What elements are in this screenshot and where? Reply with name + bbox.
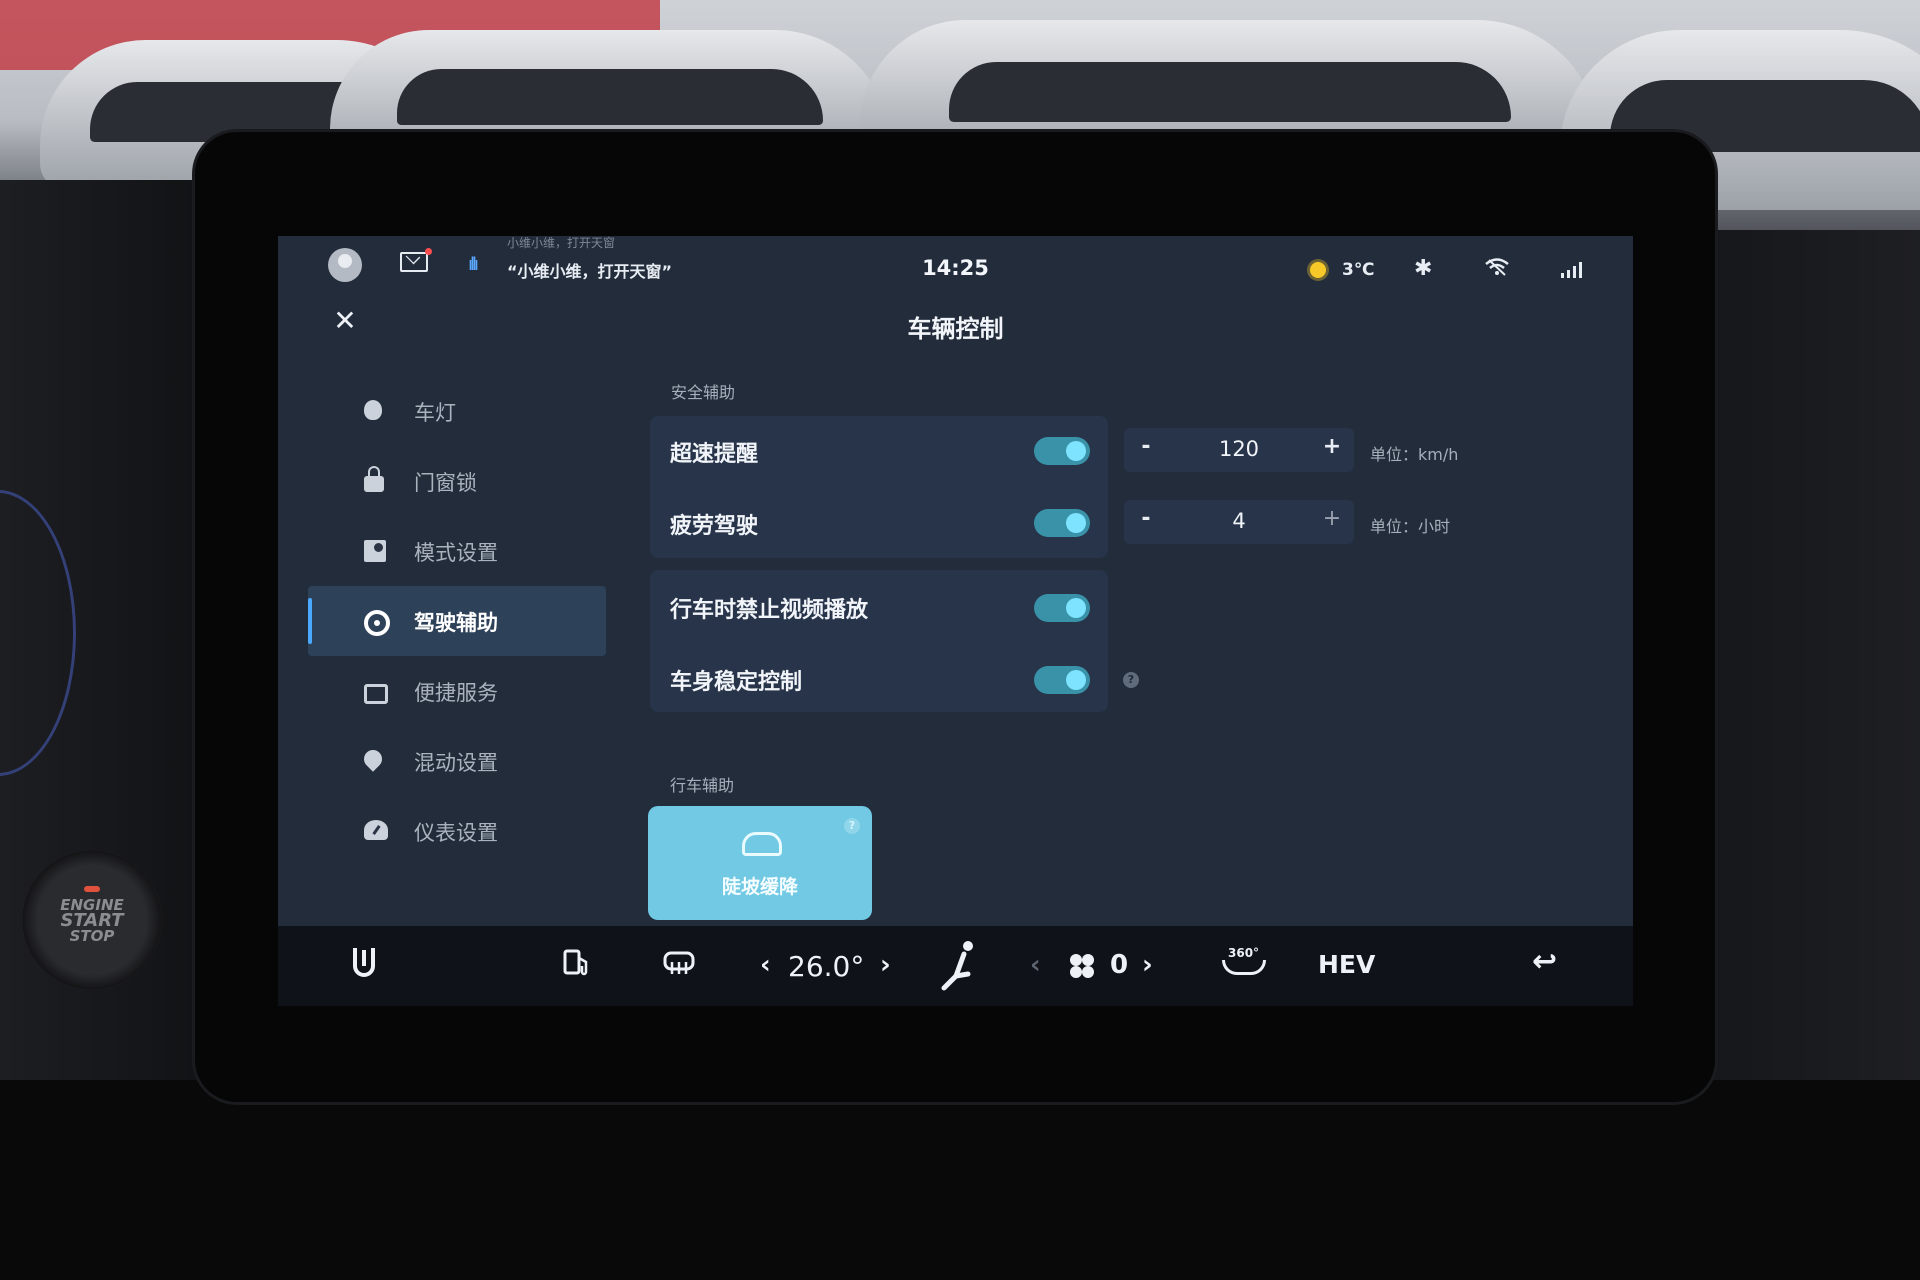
sidebar-item-cluster[interactable]: 仪表设置 xyxy=(308,796,606,866)
rear-defrost-icon[interactable] xyxy=(662,950,696,978)
sidebar-item-label: 车灯 xyxy=(414,401,456,425)
dashboard-lower xyxy=(0,1080,1920,1280)
voice-hint: 小维小维，打开天窗 xyxy=(507,236,616,250)
gauge-icon xyxy=(364,820,388,840)
sidebar-item-services[interactable]: 便捷服务 xyxy=(308,656,606,726)
fan-icon xyxy=(1070,954,1094,978)
no-video-toggle[interactable] xyxy=(1034,594,1090,622)
overspeed-stepper: - 120 + xyxy=(1124,428,1354,472)
sidebar-item-door-locks[interactable]: 门窗锁 xyxy=(308,446,606,516)
engine-label-3: STOP xyxy=(69,927,115,945)
overspeed-label: 超速提醒 xyxy=(670,442,759,467)
fatigue-toggle[interactable] xyxy=(1034,509,1090,537)
temp-up-button[interactable]: › xyxy=(880,950,891,980)
bottom-dock: ‹ 26.0° › ‹ 0 › 360° HEV ↩ xyxy=(278,926,1633,1006)
engine-led-icon xyxy=(84,886,100,892)
sidebar-item-label: 便捷服务 xyxy=(414,681,498,705)
home-u-icon[interactable] xyxy=(352,946,376,980)
wifi-icon[interactable] xyxy=(1484,258,1510,276)
sidebar-item-label: 驾驶辅助 xyxy=(414,611,498,635)
fatigue-decrease-button[interactable]: - xyxy=(1126,506,1166,531)
sidebar-item-label: 仪表设置 xyxy=(414,821,498,845)
esc-help-icon[interactable]: ? xyxy=(1123,672,1139,688)
overspeed-increase-button[interactable]: + xyxy=(1312,434,1352,459)
lock-icon xyxy=(364,466,384,492)
esc-toggle[interactable] xyxy=(1034,666,1090,694)
sidebar-item-label: 门窗锁 xyxy=(414,471,477,495)
fatigue-stepper: - 4 + xyxy=(1124,500,1354,544)
light-bulb-icon xyxy=(364,400,382,420)
steering-wheel-icon xyxy=(364,610,390,636)
mode-icon xyxy=(364,540,386,562)
seat-icon[interactable] xyxy=(938,940,978,992)
page-title: 车辆控制 xyxy=(907,315,1004,343)
back-icon[interactable]: ↩ xyxy=(1532,944,1557,979)
fan-down-button[interactable]: ‹ xyxy=(1030,950,1041,980)
fatigue-increase-button[interactable]: + xyxy=(1312,506,1352,531)
sidebar-item-hybrid[interactable]: 混动设置 xyxy=(308,726,606,796)
sidebar-item-driving-assist[interactable]: 驾驶辅助 xyxy=(308,586,606,656)
hybrid-icon xyxy=(360,746,386,772)
section-title-driving: 行车辅助 xyxy=(670,776,735,795)
temperature-value: 26.0° xyxy=(788,950,865,983)
fatigue-label: 疲劳驾驶 xyxy=(670,514,759,539)
hill-descent-label: 陡坡缓降 xyxy=(721,876,798,898)
hev-mode-button[interactable]: HEV xyxy=(1318,950,1375,979)
hill-descent-help-icon[interactable]: ? xyxy=(844,818,860,834)
status-bar: ıllı 小维小维，打开天窗 “小维小维，打开天窗” 14:25 3℃ ✱ xyxy=(278,236,1633,296)
camera-360-icon[interactable]: 360° xyxy=(1222,946,1266,980)
overspeed-value: 120 xyxy=(1218,437,1260,461)
hill-descent-control-tile[interactable]: ? 陡坡缓降 xyxy=(648,806,872,920)
cellular-signal-icon xyxy=(1561,262,1585,278)
no-video-label: 行车时禁止视频播放 xyxy=(670,598,869,623)
overspeed-toggle[interactable] xyxy=(1034,437,1090,465)
bluetooth-icon[interactable]: ✱ xyxy=(1414,256,1432,281)
engine-start-button[interactable]: ENGINE START STOP xyxy=(22,850,162,990)
camera-360-label: 360° xyxy=(1228,946,1260,960)
sun-icon xyxy=(1310,262,1326,278)
sidebar-item-label: 混动设置 xyxy=(414,751,498,775)
temp-down-button[interactable]: ‹ xyxy=(760,950,771,980)
service-icon xyxy=(364,684,388,704)
fuel-icon[interactable] xyxy=(562,948,592,978)
overspeed-decrease-button[interactable]: - xyxy=(1126,434,1166,459)
fatigue-unit: 单位：小时 xyxy=(1370,517,1451,536)
fan-up-button[interactable]: › xyxy=(1142,950,1153,980)
sidebar-item-label: 模式设置 xyxy=(414,541,498,565)
car-slope-icon xyxy=(742,832,782,856)
section-title-safety: 安全辅助 xyxy=(671,383,736,402)
outside-temperature: 3℃ xyxy=(1342,260,1375,280)
overspeed-unit: 单位：km/h xyxy=(1370,445,1459,464)
sidebar-item-mode[interactable]: 模式设置 xyxy=(308,516,606,586)
esc-label: 车身稳定控制 xyxy=(670,670,803,695)
sidebar-item-lights[interactable]: 车灯 xyxy=(308,376,606,446)
infotainment-screen: ıllı 小维小维，打开天窗 “小维小维，打开天窗” 14:25 3℃ ✱ ✕ … xyxy=(278,236,1633,1006)
fatigue-value: 4 xyxy=(1232,509,1246,533)
fan-speed-value: 0 xyxy=(1110,950,1129,980)
notification-dot xyxy=(425,248,432,255)
